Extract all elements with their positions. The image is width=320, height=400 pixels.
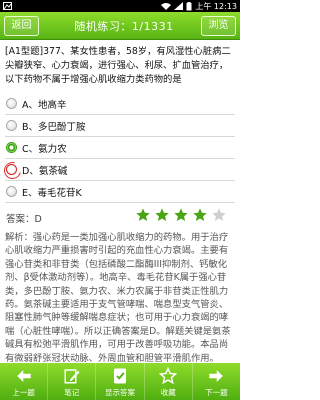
show-answer-label: 显示答案 [105,388,135,397]
note-label: 笔记 [64,388,80,397]
radio-option-e[interactable] [6,186,17,197]
next-question-label: 下一题 [205,388,228,397]
question-text: [A1型题]377、某女性患者，58岁，有风湿性心脏病二尖瓣狭窄、心力衰竭，进行… [5,46,231,85]
back-button[interactable]: 返回 [4,16,39,36]
radio-option-a[interactable] [6,98,17,109]
option-a-label: A、地高辛 [22,99,67,111]
star-filled-icon [193,208,207,221]
explanation-text: 解析：强心药是一类加强心肌收缩力的药物。用于治疗心肌收缩力严重损害时引起的充血性… [5,232,231,363]
prev-question-label: 上一题 [12,388,35,397]
signal-icon [174,2,184,10]
page-title: 随机练习：1/1331 [74,20,174,33]
option-d[interactable]: D、氨茶碱 [5,159,235,181]
options-list: A、地高辛 B、多巴酚丁胺 C、氨力农 D、氨茶碱 E、毒毛花苷K [5,93,235,203]
note-button[interactable]: 笔记 [48,363,97,400]
answer-row: 答案：D [5,205,235,229]
star-outline-icon [159,367,178,385]
star-filled-icon [136,208,150,221]
option-b[interactable]: B、多巴酚丁胺 [5,115,235,137]
option-b-label: B、多巴酚丁胺 [22,121,86,133]
option-c[interactable]: C、氨力农 [5,137,235,159]
status-bar: 上午 12:13 [0,0,240,12]
radio-option-c[interactable] [6,142,17,153]
bottom-toolbar: 上一题 笔记 显示答案 收藏 下一题 [0,363,240,400]
pencil-icon [64,369,80,384]
favorite-label: 收藏 [160,388,176,397]
option-d-label: D、氨茶碱 [22,165,68,177]
image-notification-icon [3,2,12,10]
question-panel[interactable]: [A1型题]377、某女性患者，58岁，有风湿性心脏病二尖瓣狭窄、心力衰竭，进行… [0,41,240,363]
option-a[interactable]: A、地高辛 [5,93,235,115]
star-filled-icon [174,208,188,221]
arrow-right-icon [209,370,224,382]
wifi-icon [161,3,172,10]
option-e[interactable]: E、毒毛花苷K [5,181,235,203]
radio-option-d[interactable] [6,164,17,175]
option-e-label: E、毒毛花苷K [22,187,82,199]
show-answer-button[interactable]: 显示答案 [96,363,145,400]
star-filled-icon [155,208,169,221]
next-question-button[interactable]: 下一题 [193,363,240,400]
answer-text: 答案：D [6,214,42,225]
arrow-left-icon [16,370,31,382]
header-bar: 返回 随机练习：1/1331 浏览 [0,12,240,40]
star-empty-icon [212,208,226,221]
browse-button[interactable]: 浏览 [201,16,236,36]
status-time: 上午 12:13 [195,1,237,11]
battery-icon [186,1,192,10]
difficulty-rating [135,207,227,223]
prev-question-button[interactable]: 上一题 [0,363,49,400]
radio-option-b[interactable] [6,120,17,131]
favorite-button[interactable]: 收藏 [145,363,193,400]
option-c-label: C、氨力农 [22,143,67,155]
answer-document-icon [114,368,126,384]
